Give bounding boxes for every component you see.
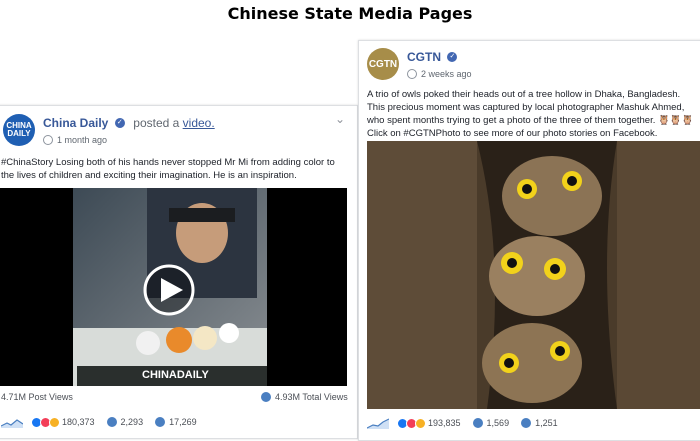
page-avatar[interactable]: CHINA DAILY [3, 114, 35, 146]
post-header: CHINA DAILY China Daily ✓ posted a video… [3, 114, 215, 146]
comments-count[interactable]: 1,569 [487, 418, 510, 428]
reactions-count[interactable]: 193,835 [428, 418, 461, 428]
haha-reaction-icon [49, 416, 60, 428]
haha-reaction-icon [415, 417, 426, 429]
globe-icon [407, 69, 417, 79]
engagement-bar: 193,835 1,569 1,251 [367, 417, 570, 429]
post-text: #ChinaStory Losing both of his hands nev… [1, 157, 335, 181]
video-frame: CHINADAILY [73, 188, 267, 386]
owl-bottom [482, 323, 582, 403]
page-name-link[interactable]: CGTN [407, 50, 441, 64]
post-card-china-daily: CHINA DAILY China Daily ✓ posted a video… [0, 105, 358, 439]
share-icon [521, 418, 532, 428]
post-text: A trio of owls poked their heads out of … [367, 89, 694, 139]
views-icon [261, 392, 271, 402]
avatar-text: CGTN [368, 58, 398, 70]
page-name-link[interactable]: China Daily [43, 116, 108, 130]
reactions-count[interactable]: 180,373 [62, 417, 95, 427]
post-timestamp[interactable]: 1 month ago [57, 135, 107, 145]
verified-badge-icon: ✓ [114, 117, 125, 128]
post-options-chevron-icon[interactable]: ⌄ [335, 112, 345, 126]
video-player[interactable]: CHINADAILY [0, 188, 347, 386]
owl-top [502, 156, 602, 236]
globe-icon [43, 135, 53, 145]
page-avatar[interactable]: CGTN [367, 48, 399, 80]
trend-sparkline-icon [1, 419, 23, 428]
post-header: CGTN CGTN ✓ 2 weeks ago [367, 48, 472, 80]
video-link[interactable]: video. [183, 116, 215, 130]
post-photo[interactable] [367, 141, 700, 409]
shares-count[interactable]: 1,251 [535, 418, 558, 428]
comment-icon [106, 417, 117, 427]
page-title: Chinese State Media Pages [227, 4, 473, 23]
owls-photo [367, 141, 700, 409]
comment-icon [472, 418, 483, 428]
post-timestamp[interactable]: 2 weeks ago [421, 69, 472, 79]
post-card-cgtn: CGTN CGTN ✓ 2 weeks ago A trio of owls p… [358, 40, 700, 441]
share-icon [155, 417, 166, 427]
reaction-icons[interactable] [397, 417, 426, 429]
post-views: 4.71M Post Views [1, 392, 73, 402]
comments-count[interactable]: 2,293 [121, 417, 144, 427]
trend-sparkline-icon [367, 418, 389, 429]
avatar-text: CHINA DAILY [6, 121, 32, 138]
total-views: 4.93M Total Views [261, 392, 348, 402]
reaction-icons[interactable] [31, 416, 60, 428]
video-watermark: CHINADAILY [142, 369, 209, 381]
engagement-bar: 180,373 2,293 17,269 [1, 416, 209, 428]
owl-middle [489, 236, 585, 316]
total-views-text: 4.93M Total Views [275, 392, 348, 402]
post-action-text: posted a [133, 116, 180, 130]
shares-count[interactable]: 17,269 [169, 417, 197, 427]
verified-badge-icon: ✓ [447, 51, 458, 62]
